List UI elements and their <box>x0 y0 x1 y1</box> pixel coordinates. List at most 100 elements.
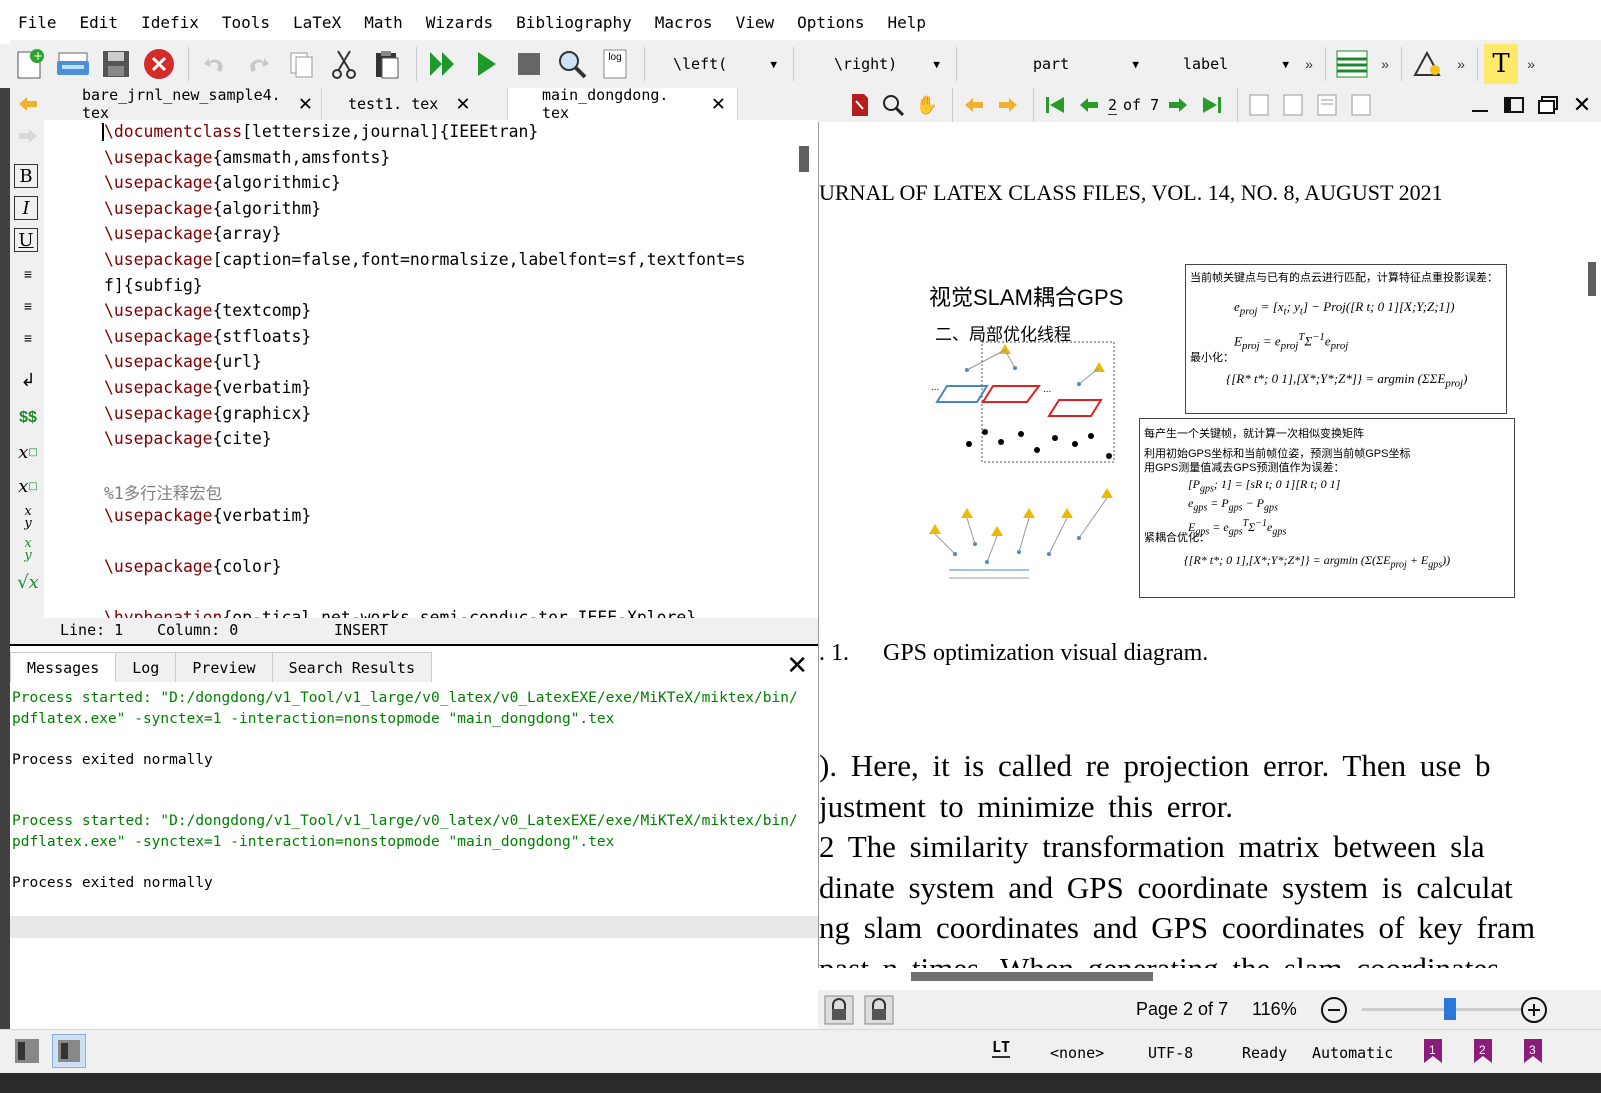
menu-latex[interactable]: LaTeX <box>293 13 341 32</box>
embed-icon[interactable] <box>1499 90 1529 120</box>
restore-icon[interactable] <box>1533 90 1563 120</box>
menu-macros[interactable]: Macros <box>655 13 713 32</box>
menu-idefix[interactable]: Idefix <box>141 13 199 32</box>
build-view-icon[interactable] <box>423 44 463 84</box>
bold-icon[interactable]: B <box>14 164 38 188</box>
math-mode-icon[interactable]: $$ <box>14 404 42 432</box>
zoom-100-icon[interactable] <box>1244 90 1274 120</box>
scrollbar-thumb[interactable] <box>1588 262 1596 296</box>
newline-icon[interactable]: ↲ <box>14 366 42 394</box>
zoom-slider[interactable] <box>1362 1008 1522 1011</box>
paste-icon[interactable] <box>367 44 407 84</box>
fit-page-icon[interactable] <box>1312 90 1342 120</box>
align-center-icon[interactable]: ≡ <box>14 292 42 320</box>
pdf-horizontal-scrollbar[interactable] <box>818 968 1601 990</box>
log-icon[interactable]: log <box>595 44 635 84</box>
tab-messages[interactable]: Messages <box>10 652 117 682</box>
menu-file[interactable]: File <box>18 13 57 32</box>
menu-wizards[interactable]: Wizards <box>426 13 493 32</box>
forward-arrow-icon[interactable] <box>14 122 42 150</box>
left-delimiter-combo[interactable]: \left(▼ <box>651 46 787 82</box>
first-page-icon[interactable] <box>1040 90 1070 120</box>
menu-math[interactable]: Math <box>364 13 403 32</box>
lock-icon[interactable] <box>864 995 894 1025</box>
label-combo[interactable]: label ▼ <box>1149 46 1299 82</box>
close-icon[interactable]: ✕ <box>456 93 469 115</box>
open-file-icon[interactable] <box>53 44 93 84</box>
forward-arrow-icon[interactable] <box>993 90 1023 120</box>
tab-log[interactable]: Log <box>115 652 177 682</box>
toolbar-overflow-icon[interactable]: » <box>1521 56 1541 72</box>
toolbar-overflow-icon[interactable]: » <box>1299 56 1319 72</box>
right-delimiter-combo[interactable]: \right) ▼ <box>800 46 950 82</box>
scrollbar-thumb[interactable] <box>799 146 809 172</box>
pdf-page-view[interactable]: URNAL OF LATEX CLASS FILES, VOL. 14, NO.… <box>818 122 1583 968</box>
prev-page-icon[interactable] <box>1074 90 1104 120</box>
redo-icon[interactable] <box>238 44 278 84</box>
language-tool-icon[interactable]: LT <box>992 1038 1011 1058</box>
close-icon[interactable]: ✕ <box>712 93 725 115</box>
text-mode-icon[interactable]: T <box>1484 44 1518 84</box>
tab-search-results[interactable]: Search Results <box>271 652 432 682</box>
zoom-slider-thumb[interactable] <box>1444 998 1456 1020</box>
code-editor[interactable]: \documentclass[lettersize,journal]{IEEEt… <box>44 120 796 618</box>
tab-preview[interactable]: Preview <box>175 652 273 682</box>
stop-icon[interactable] <box>509 44 549 84</box>
back-arrow-icon[interactable] <box>14 90 42 118</box>
page-number-input[interactable]: 2 <box>1108 96 1118 115</box>
back-arrow-icon[interactable] <box>959 90 989 120</box>
next-page-icon[interactable] <box>1163 90 1193 120</box>
structure-view-icon[interactable] <box>14 1038 40 1064</box>
close-file-icon[interactable] <box>139 44 179 84</box>
encoding-select[interactable]: UTF-8 <box>1148 1044 1193 1062</box>
structure-combo[interactable]: part ▼ <box>963 46 1149 82</box>
close-icon[interactable]: ✕ <box>299 93 312 115</box>
zoom-level[interactable]: 116% <box>1252 999 1297 1020</box>
cut-icon[interactable] <box>324 44 364 84</box>
lock-icon[interactable] <box>824 995 854 1025</box>
align-right-icon[interactable]: ≡ <box>14 324 42 352</box>
fit-width-icon[interactable] <box>1278 90 1308 120</box>
bookmark-1-icon[interactable]: 1 <box>1422 1038 1444 1069</box>
menu-edit[interactable]: Edit <box>80 13 119 32</box>
hand-tool-icon[interactable]: ✋ <box>912 90 942 120</box>
scrollbar-thumb[interactable] <box>911 972 1153 981</box>
tab-main-dongdong[interactable]: main_dongdong. tex ✕ <box>508 86 738 122</box>
compile-icon[interactable] <box>466 44 506 84</box>
close-icon[interactable]: ✕ <box>1567 90 1597 120</box>
align-left-icon[interactable]: ≡ <box>14 260 42 288</box>
last-page-icon[interactable] <box>1197 90 1227 120</box>
bookmark-2-icon[interactable]: 2 <box>1472 1038 1494 1069</box>
dictionary-select[interactable]: <none> <box>1050 1044 1104 1062</box>
menu-bibliography[interactable]: Bibliography <box>516 13 632 32</box>
bookmark-3-icon[interactable]: 3 <box>1522 1038 1544 1069</box>
underline-icon[interactable]: U <box>14 228 38 252</box>
fraction-icon[interactable]: xy <box>14 504 42 532</box>
zoom-out-icon[interactable] <box>1320 996 1348 1024</box>
italic-icon[interactable]: I <box>14 196 38 220</box>
menu-view[interactable]: View <box>736 13 775 32</box>
toolbar-overflow-icon[interactable]: » <box>1375 56 1395 72</box>
messages-view-icon[interactable] <box>52 1034 86 1068</box>
editor-scrollbar[interactable] <box>796 120 818 618</box>
sqrt-icon[interactable]: √x <box>14 568 42 596</box>
magnifier-icon[interactable] <box>878 90 908 120</box>
subscript-icon[interactable]: x □ <box>14 438 42 466</box>
view-pdf-icon[interactable] <box>552 44 592 84</box>
tab-test1[interactable]: test1. tex ✕ <box>322 88 508 120</box>
menu-help[interactable]: Help <box>888 13 927 32</box>
superscript-icon[interactable]: x □ <box>14 472 42 500</box>
pdf-file-icon[interactable] <box>844 90 874 120</box>
menu-tools[interactable]: Tools <box>222 13 270 32</box>
zoom-in-icon[interactable] <box>1520 996 1548 1024</box>
menu-options[interactable]: Options <box>797 13 864 32</box>
undo-icon[interactable] <box>195 44 235 84</box>
dfrac-icon[interactable]: xy <box>14 536 42 564</box>
pdf-vertical-scrollbar[interactable] <box>1583 122 1601 968</box>
close-icon[interactable]: ✕ <box>786 650 808 681</box>
minimize-icon[interactable] <box>1465 90 1495 120</box>
tab-bare-jrnl[interactable]: bare_jrnl_new_sample4. tex ✕ <box>44 86 322 122</box>
delta-icon[interactable] <box>1408 44 1448 84</box>
toolbar-overflow-icon[interactable]: » <box>1451 56 1471 72</box>
copy-icon[interactable] <box>281 44 321 84</box>
